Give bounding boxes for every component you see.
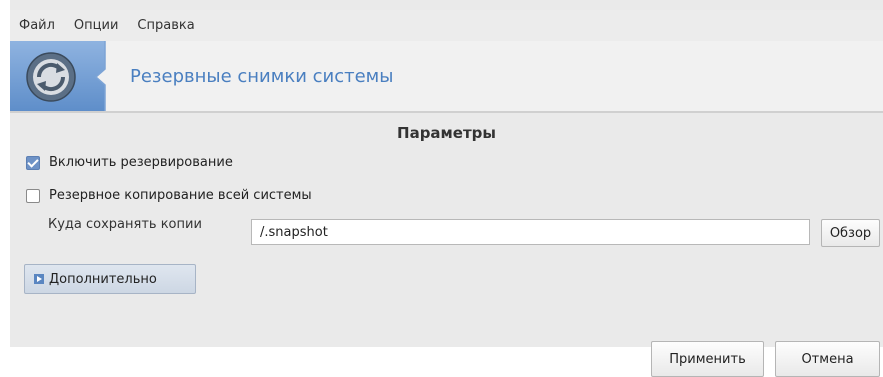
advanced-label: Дополнительно <box>49 271 157 287</box>
path-label: Куда сохранять копии <box>48 217 202 232</box>
menu-options[interactable]: Опции <box>65 10 128 41</box>
header-banner: Резервные снимки системы <box>10 41 883 113</box>
advanced-expander[interactable]: Дополнительно <box>24 264 196 294</box>
banner-divider <box>10 111 883 113</box>
section-title: Параметры <box>397 124 496 142</box>
cancel-button[interactable]: Отмена <box>775 341 880 377</box>
full-system-row[interactable]: Резервное копирование всей системы <box>26 188 312 203</box>
menu-help[interactable]: Справка <box>128 10 204 41</box>
full-system-checkbox[interactable] <box>26 188 40 203</box>
enable-backup-row[interactable]: Включить резервирование <box>26 155 233 170</box>
banner-chevron <box>94 41 124 113</box>
expand-arrow-icon <box>34 274 44 284</box>
enable-backup-label[interactable]: Включить резервирование <box>49 155 233 170</box>
full-system-label[interactable]: Резервное копирование всей системы <box>49 188 312 203</box>
backup-icon <box>26 52 76 102</box>
enable-backup-checkbox[interactable] <box>26 155 40 170</box>
menubar: Файл Опции Справка <box>10 10 883 41</box>
apply-button[interactable]: Применить <box>651 341 764 377</box>
app-window: Файл Опции Справка Резервные снимки сист… <box>10 0 883 377</box>
path-input[interactable] <box>251 219 810 245</box>
page-title: Резервные снимки системы <box>130 66 394 87</box>
menu-file[interactable]: Файл <box>10 10 65 41</box>
browse-button[interactable]: Обзор <box>821 219 880 247</box>
